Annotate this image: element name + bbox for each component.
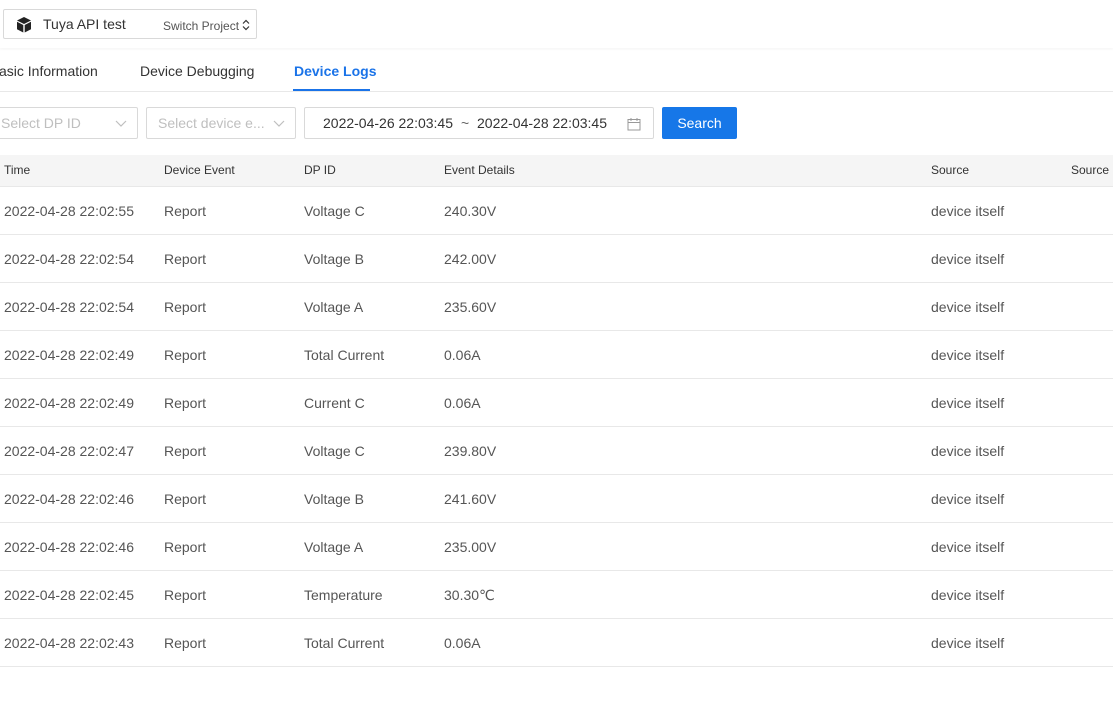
cell-event-details: 0.06A: [444, 395, 481, 411]
cell-dp-id: Voltage A: [304, 299, 364, 315]
end-date[interactable]: 2022-04-28 22:03:45: [477, 115, 607, 131]
cell-source: device itself: [931, 299, 1005, 315]
cell-time: 2022-04-28 22:02:55: [4, 203, 134, 219]
cell-time: 2022-04-28 22:02:46: [4, 539, 134, 555]
table-row: 2022-04-28 22:02:54 Report Voltage B 242.00…: [0, 235, 1113, 283]
table-row: 2022-04-28 22:02:49 Report Current C 0.06A d…: [0, 379, 1113, 427]
cell-source: device itself: [931, 539, 1005, 555]
top-header: Tuya API test Switch Project: [0, 0, 1113, 48]
cell-dp-id: Voltage B: [304, 251, 364, 267]
up-down-chevron-icon: [242, 19, 250, 31]
cell-source: device itself: [931, 395, 1005, 411]
table-row: 2022-04-28 22:02:55 Report Voltage C 240.30…: [0, 187, 1113, 235]
column-header-dp-id: DP ID: [304, 163, 336, 177]
calendar-icon: [627, 118, 641, 131]
search-button[interactable]: Search: [662, 107, 737, 139]
column-header-device-event: Device Event: [164, 163, 235, 177]
tab-device-debugging[interactable]: Device Debugging: [140, 63, 254, 79]
cell-dp-id: Total Current: [304, 347, 385, 363]
cell-dp-id: Voltage A: [304, 539, 364, 555]
table-header: Time Device Event DP ID Event Details So…: [0, 155, 1113, 187]
tab-device-logs[interactable]: Device Logs: [294, 63, 376, 79]
table-row: 2022-04-28 22:02:43 Report Total Current 0.…: [0, 619, 1113, 667]
cell-device-event: Report: [164, 587, 207, 603]
chevron-down-icon: [273, 120, 285, 127]
cell-device-event: Report: [164, 539, 207, 555]
cell-dp-id: Total Current: [304, 635, 385, 651]
cell-device-event: Report: [164, 443, 207, 459]
cell-source: device itself: [931, 635, 1005, 651]
cell-event-details: 235.00V: [444, 539, 497, 555]
table-row: 2022-04-28 22:02:45 Report Temperature 30.3…: [0, 571, 1113, 619]
cell-device-event: Report: [164, 251, 207, 267]
cell-dp-id: Current C: [304, 395, 365, 411]
cell-event-details: 241.60V: [444, 491, 497, 507]
device-event-placeholder: Select device e...: [158, 115, 265, 131]
active-tab-indicator: [293, 89, 370, 91]
cell-device-event: Report: [164, 299, 207, 315]
column-header-source: Source: [931, 163, 970, 177]
column-header-event-details: Event Details: [444, 163, 515, 177]
cell-event-details: 239.80V: [444, 443, 497, 459]
cell-source: device itself: [931, 491, 1005, 507]
tab-bar: asic Information Device Debugging Device…: [0, 56, 1113, 92]
cell-device-event: Report: [164, 395, 207, 411]
cell-device-event: Report: [164, 635, 207, 651]
dp-id-select[interactable]: Select DP ID: [0, 107, 138, 139]
cell-time: 2022-04-28 22:02:54: [4, 251, 134, 267]
table-row: 2022-04-28 22:02:54 Report Voltage A 235.60…: [0, 283, 1113, 331]
cell-event-details: 0.06A: [444, 347, 481, 363]
cell-event-details: 242.00V: [444, 251, 497, 267]
cell-dp-id: Temperature: [304, 587, 383, 603]
cell-time: 2022-04-28 22:02:49: [4, 347, 134, 363]
cell-source: device itself: [931, 347, 1005, 363]
cell-time: 2022-04-28 22:02:54: [4, 299, 134, 315]
date-range-picker[interactable]: 2022-04-26 22:03:45 ~ 2022-04-28 22:03:4…: [304, 107, 654, 139]
cell-time: 2022-04-28 22:02:43: [4, 635, 134, 651]
cell-time: 2022-04-28 22:02:45: [4, 587, 134, 603]
table-body: 2022-04-28 22:02:55 Report Voltage C 240.30…: [0, 187, 1113, 667]
cell-source: device itself: [931, 443, 1005, 459]
column-header-source-id: Source I: [1071, 163, 1113, 177]
cube-icon: [17, 17, 31, 33]
table-row: 2022-04-28 22:02:49 Report Total Current 0.…: [0, 331, 1113, 379]
device-logs-page: Tuya API test Switch Project asic Inform…: [0, 0, 1113, 718]
dp-id-placeholder: Select DP ID: [1, 115, 81, 131]
tab-basic-information[interactable]: asic Information: [0, 63, 98, 79]
device-event-select[interactable]: Select device e...: [146, 107, 296, 139]
cell-device-event: Report: [164, 491, 207, 507]
project-switcher[interactable]: Tuya API test Switch Project: [3, 9, 257, 39]
device-logs-table: Time Device Event DP ID Event Details So…: [0, 155, 1113, 667]
cell-time: 2022-04-28 22:02:47: [4, 443, 134, 459]
cell-time: 2022-04-28 22:02:46: [4, 491, 134, 507]
cell-source: device itself: [931, 203, 1005, 219]
start-date[interactable]: 2022-04-26 22:03:45: [323, 115, 453, 131]
table-row: 2022-04-28 22:02:47 Report Voltage C 239.80…: [0, 427, 1113, 475]
cell-event-details: 0.06A: [444, 635, 481, 651]
chevron-down-icon: [115, 120, 127, 127]
table-row: 2022-04-28 22:02:46 Report Voltage A 235.00…: [0, 523, 1113, 571]
cell-event-details: 240.30V: [444, 203, 497, 219]
table-row: 2022-04-28 22:02:46 Report Voltage B 241.60…: [0, 475, 1113, 523]
column-header-time: Time: [4, 163, 31, 177]
cell-source: device itself: [931, 587, 1005, 603]
switch-project-label[interactable]: Switch Project: [163, 19, 239, 33]
cell-source: device itself: [931, 251, 1005, 267]
project-name: Tuya API test: [43, 16, 126, 32]
date-separator: ~: [461, 115, 470, 131]
cell-device-event: Report: [164, 203, 207, 219]
cell-dp-id: Voltage C: [304, 203, 365, 219]
cell-event-details: 235.60V: [444, 299, 497, 315]
cell-event-details: 30.30℃: [444, 587, 495, 603]
cell-device-event: Report: [164, 347, 207, 363]
cell-dp-id: Voltage C: [304, 443, 365, 459]
cell-dp-id: Voltage B: [304, 491, 364, 507]
cell-time: 2022-04-28 22:02:49: [4, 395, 134, 411]
